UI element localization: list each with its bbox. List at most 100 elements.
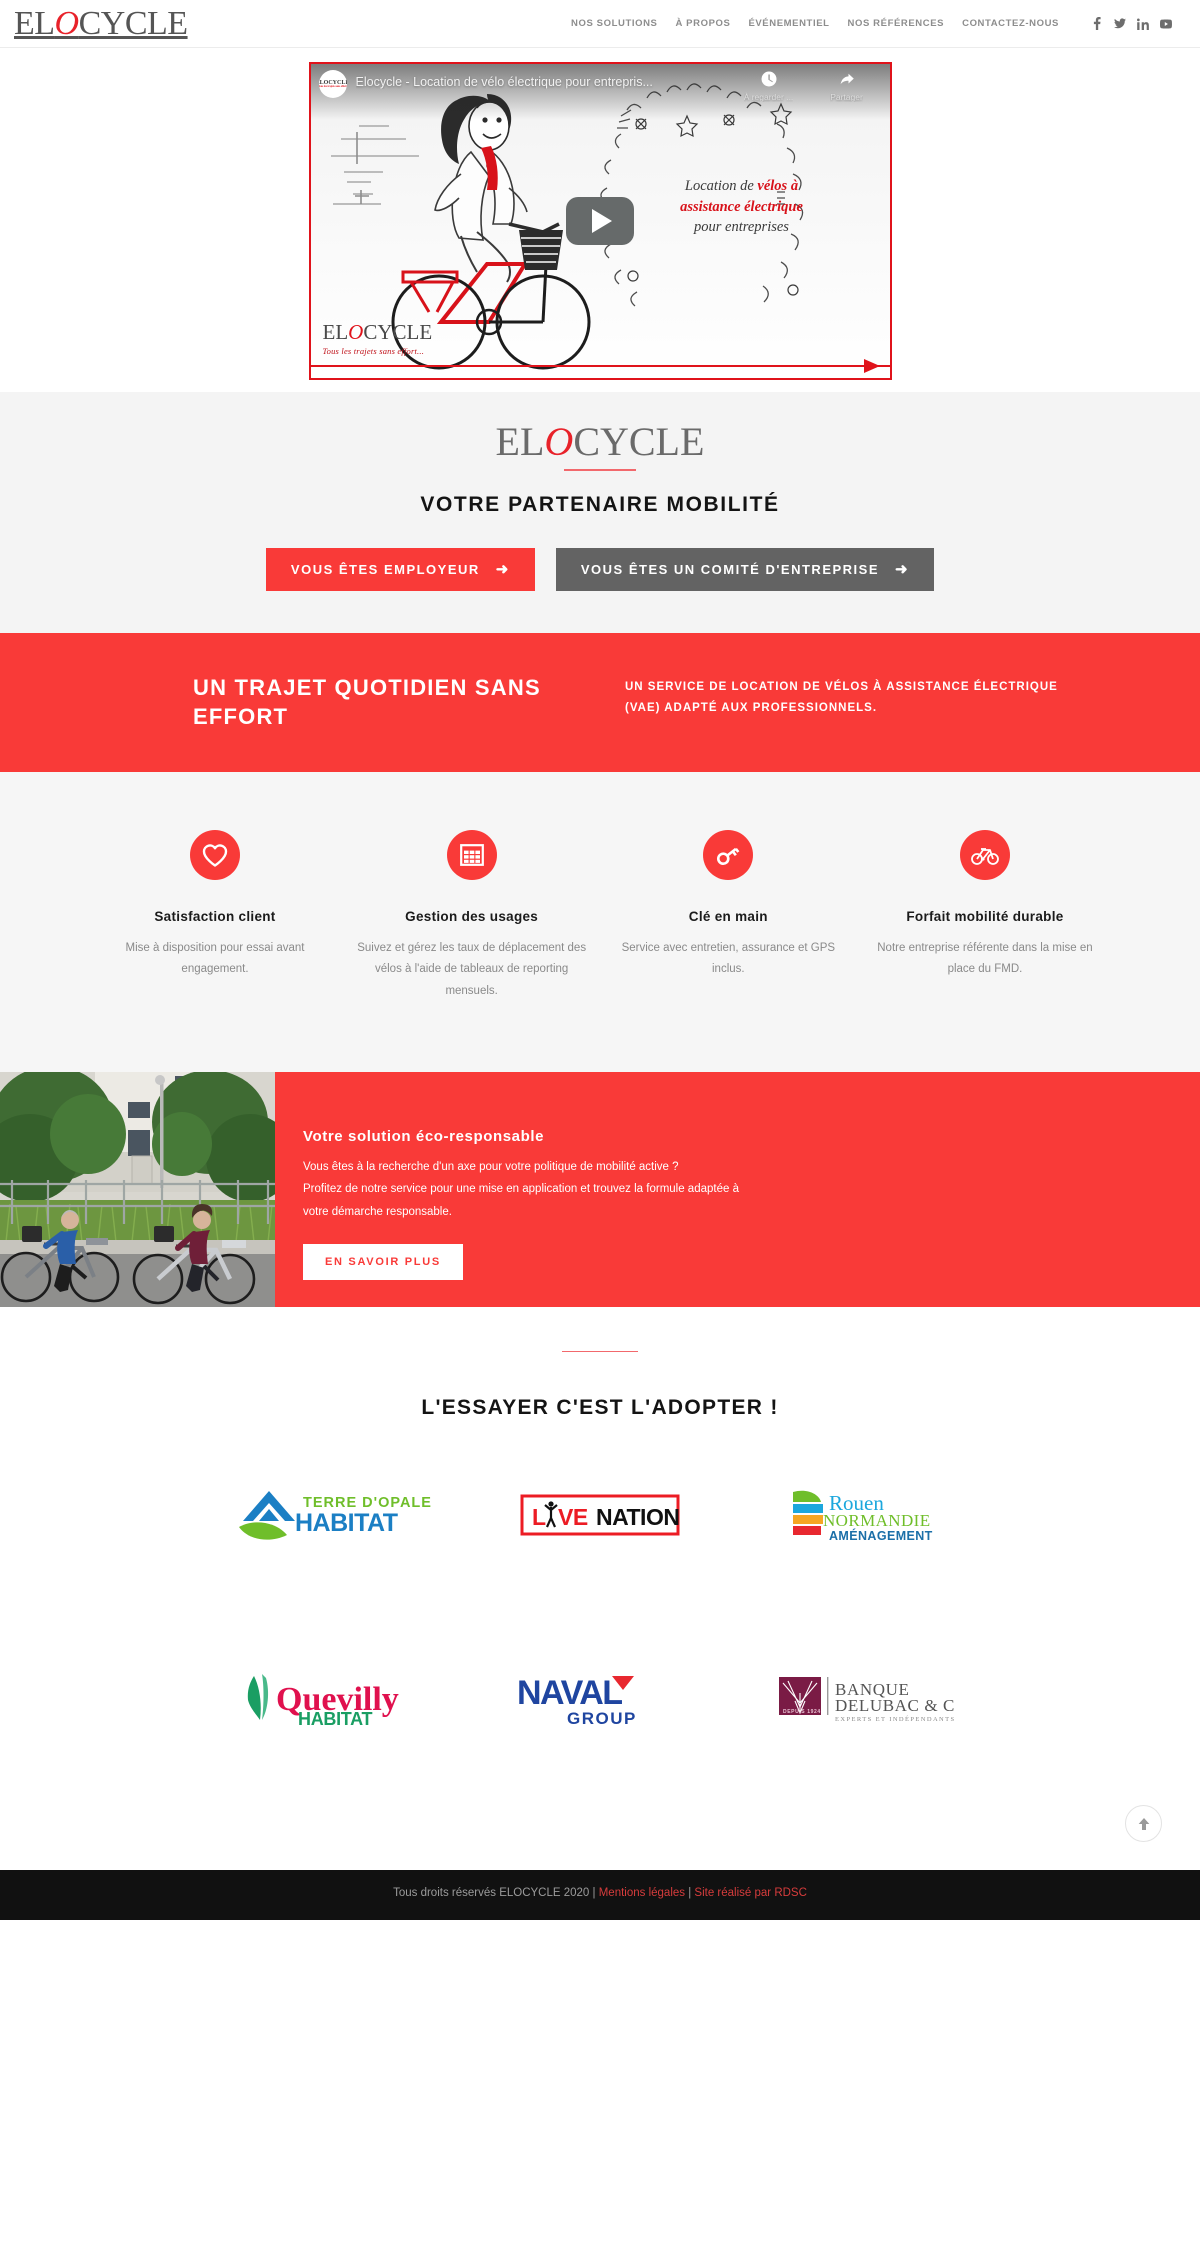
logo-naval-group: NAVAL GROUP xyxy=(468,1656,733,1742)
logo-banque-delubac: DEPUIS 1924 BANQUE DELUBAC & CIE EXPERTS… xyxy=(733,1656,998,1742)
arrow-right-icon-2: ➜ xyxy=(895,560,910,578)
feature-title: Satisfaction client xyxy=(154,908,276,924)
bicycle-icon xyxy=(959,829,1010,880)
brand-logo-accent: O xyxy=(54,4,80,42)
feature-desc: Suivez et gérez les taux de déplacement … xyxy=(357,942,587,997)
video-arrow-head-icon xyxy=(863,359,880,373)
video-caption-line2: assistance électrique xyxy=(680,198,803,215)
feature-gestion-des-usages: Gestion des usages Suivez et gérez les t… xyxy=(357,829,587,1002)
hero-logo-accent: O xyxy=(544,419,574,464)
features-grid: Satisfaction client Mise à disposition p… xyxy=(100,829,1100,1002)
arrow-up-icon xyxy=(1138,1817,1149,1830)
hero-cta-group: VOUS ÊTES EMPLOYEUR ➜ VOUS ÊTES UN COMIT… xyxy=(0,547,1200,591)
share-label: Partager xyxy=(830,92,863,102)
feature-desc: Notre entreprise référente dans la mise … xyxy=(877,942,1093,976)
svg-text:GROUP: GROUP xyxy=(567,1709,637,1728)
social-links xyxy=(1091,17,1172,30)
client-logo-row-2: Quevilly HABITAT NAVAL GROUP DEPUIS 1924… xyxy=(0,1656,1200,1742)
cyclists-photo xyxy=(0,1071,275,1307)
nav-nos-solutions[interactable]: NOS SOLUTIONS xyxy=(571,18,657,29)
video-section: Location de vélos à assistance électriqu… xyxy=(0,48,1200,392)
video-bottom-logo-text: ELOCYCLE xyxy=(323,322,433,343)
eco-line-3: votre démarche responsable. xyxy=(303,1205,452,1218)
brand-logo[interactable]: ELOCYCLE xyxy=(14,4,188,42)
svg-text:L: L xyxy=(532,1504,546,1530)
feature-title: Clé en main xyxy=(688,908,768,924)
linkedin-icon[interactable] xyxy=(1137,17,1149,30)
eco-content: Votre solution éco-responsable Vous êtes… xyxy=(275,1071,1200,1307)
youtube-topbar: ELOCYCLE Tous les trajets sans effort El… xyxy=(310,64,890,120)
hero-logo-post: CYCLE xyxy=(573,419,705,464)
channel-avatar[interactable]: ELOCYCLE Tous les trajets sans effort xyxy=(318,70,347,98)
video-title[interactable]: Elocycle - Location de vélo électrique p… xyxy=(356,75,740,89)
eco-section: Votre solution éco-responsable Vous êtes… xyxy=(0,1071,1200,1307)
clients-section: L'ESSAYER C'EST L'ADOPTER ! TERRE D'OPAL… xyxy=(0,1306,1200,1871)
svg-text:NATION: NATION xyxy=(596,1504,679,1530)
svg-text:VE: VE xyxy=(558,1504,588,1530)
svg-text:DELUBAC & CIE: DELUBAC & CIE xyxy=(835,1696,955,1715)
works-council-cta-label: VOUS ÊTES UN COMITÉ D'ENTREPRISE xyxy=(580,561,879,577)
employer-cta-button[interactable]: VOUS ÊTES EMPLOYEUR ➜ xyxy=(265,547,535,591)
feature-desc: Service avec entretien, assurance et GPS… xyxy=(621,942,836,976)
video-arrow-line xyxy=(310,365,890,367)
page-title: VOTRE PARTENAIRE MOBILITÉ xyxy=(420,492,780,516)
hero-logo-underline xyxy=(564,469,636,471)
eco-line-1: Vous êtes à la recherche d'un axe pour v… xyxy=(303,1160,679,1173)
video-bottom-tagline: Tous les trajets sans effort... xyxy=(322,346,425,356)
svg-text:HABITAT: HABITAT xyxy=(298,1709,373,1728)
heart-icon xyxy=(190,829,240,880)
vbl-post: CYCLE xyxy=(363,320,433,344)
nav-nos-references[interactable]: NOS RÉFÉRENCES xyxy=(848,18,945,29)
svg-text:HABITAT: HABITAT xyxy=(295,1509,398,1537)
video-player[interactable]: Location de vélos à assistance électriqu… xyxy=(308,62,892,380)
watch-later-button[interactable]: À regarder ... xyxy=(740,70,798,102)
caption-prefix: Location de xyxy=(684,178,758,194)
hero-logo-pre: EL xyxy=(495,419,545,464)
nav-contactez-nous[interactable]: CONTACTEZ-NOUS xyxy=(962,18,1059,29)
page-wrapper: ELOCYCLE NOS SOLUTIONS À PROPOS ÉVÉNEMEN… xyxy=(0,0,1200,1921)
eco-title: Votre solution éco-responsable xyxy=(303,1127,545,1145)
svg-text:DEPUIS 1924: DEPUIS 1924 xyxy=(783,1709,821,1715)
channel-avatar-text: ELOCYCLE Tous les trajets sans effort xyxy=(319,80,347,89)
video-caption-line3: pour entreprises xyxy=(694,219,789,236)
footer-copyright: Tous droits réservés ELOCYCLE 2020 xyxy=(393,1887,590,1900)
svg-text:NORMANDIE: NORMANDIE xyxy=(823,1511,930,1530)
red-banner-section: UN TRAJET QUOTIDIEN SANS EFFORT UN SERVI… xyxy=(0,632,1200,772)
site-header: ELOCYCLE NOS SOLUTIONS À PROPOS ÉVÉNEMEN… xyxy=(0,0,1200,48)
feature-forfait-mobilite-durable: Forfait mobilité durable Notre entrepris… xyxy=(870,829,1100,1002)
facebook-icon[interactable] xyxy=(1091,17,1103,30)
eco-line-2: Profitez de notre service pour une mise … xyxy=(303,1183,739,1196)
features-section: Satisfaction client Mise à disposition p… xyxy=(0,771,1200,1072)
vbl-accent: O xyxy=(348,320,364,344)
main-nav: NOS SOLUTIONS À PROPOS ÉVÉNEMENTIEL NOS … xyxy=(571,17,1172,30)
share-button[interactable]: Partager xyxy=(818,70,876,102)
logo-rouen-normandie-amenagement: Rouen NORMANDIE AMÉNAGEMENT xyxy=(733,1472,998,1558)
learn-more-button[interactable]: EN SAVOIR PLUS xyxy=(303,1244,463,1281)
nav-a-propos[interactable]: À PROPOS xyxy=(675,18,730,29)
banner-title: UN TRAJET QUOTIDIEN SANS EFFORT xyxy=(193,674,541,730)
watch-later-label: À regarder ... xyxy=(743,92,794,102)
svg-text:EXPERTS ET INDÉPENDANTS: EXPERTS ET INDÉPENDANTS xyxy=(835,1715,955,1723)
footer-credits-link[interactable]: Site réalisé par RDSC xyxy=(694,1887,806,1899)
play-button[interactable] xyxy=(566,197,634,245)
clients-title: L'ESSAYER C'EST L'ADOPTER ! xyxy=(421,1396,779,1420)
key-icon xyxy=(703,829,754,880)
arrow-right-icon: ➜ xyxy=(495,560,510,578)
clock-icon xyxy=(761,71,776,87)
employer-cta-label: VOUS ÊTES EMPLOYEUR xyxy=(290,561,480,577)
youtube-actions: À regarder ... Partager xyxy=(740,70,882,102)
works-council-cta-button[interactable]: VOUS ÊTES UN COMITÉ D'ENTREPRISE ➜ xyxy=(555,547,935,591)
channel-avatar-sub: Tous les trajets sans effort xyxy=(318,84,347,88)
footer-legal-link[interactable]: Mentions légales xyxy=(599,1887,685,1899)
footer-sep-1: | xyxy=(589,1887,599,1900)
logo-terre-dopale-habitat: TERRE D'OPALE HABITAT xyxy=(203,1472,468,1558)
youtube-icon[interactable] xyxy=(1160,17,1172,30)
site-footer: Tous droits réservés ELOCYCLE 2020 | Men… xyxy=(0,1870,1200,1921)
twitter-icon[interactable] xyxy=(1114,17,1126,30)
feature-desc: Mise à disposition pour essai avant enga… xyxy=(125,942,305,976)
hero-logo: ELOCYCLE xyxy=(496,422,705,462)
svg-text:AMÉNAGEMENT: AMÉNAGEMENT xyxy=(829,1528,933,1543)
feature-title: Forfait mobilité durable xyxy=(906,908,1064,924)
brand-logo-pre: EL xyxy=(14,4,55,42)
nav-evenementiel[interactable]: ÉVÉNEMENTIEL xyxy=(748,18,829,29)
